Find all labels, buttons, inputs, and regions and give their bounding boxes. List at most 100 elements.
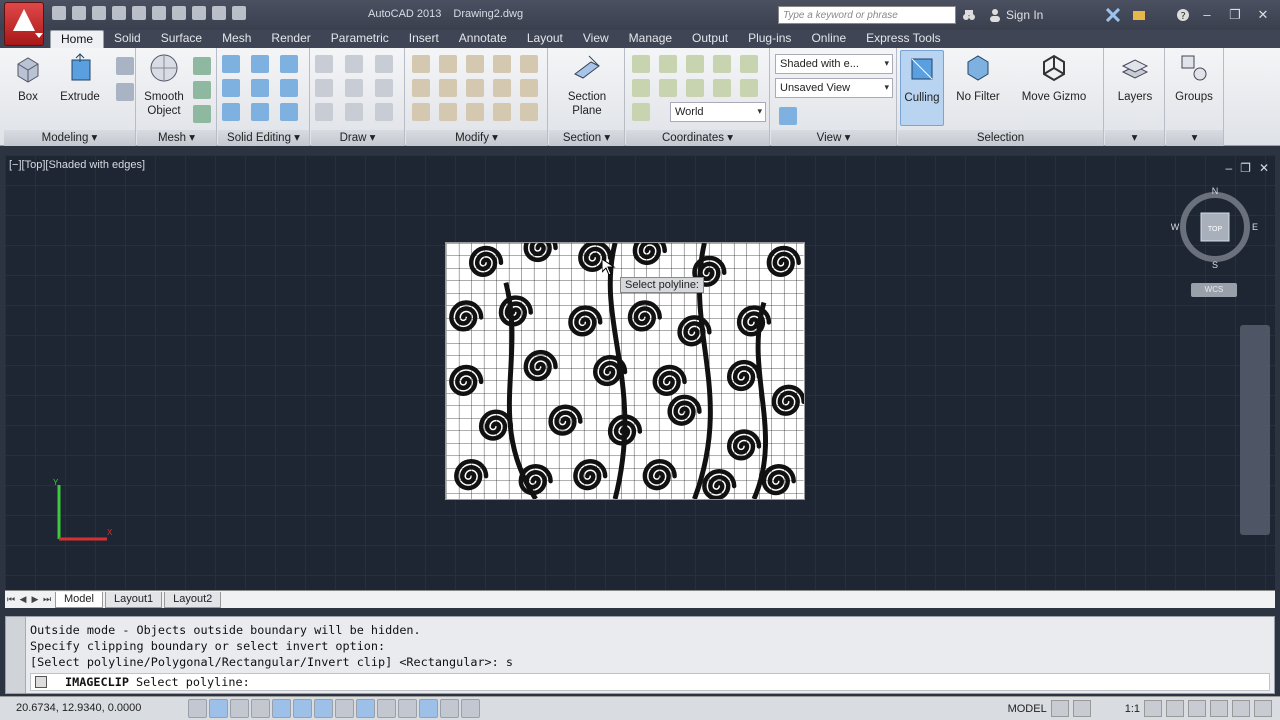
polygon-icon[interactable] [315, 103, 333, 121]
hardware-acceleration-icon[interactable] [1232, 700, 1250, 717]
spline-icon[interactable] [315, 79, 333, 97]
tab-render[interactable]: Render [261, 30, 320, 48]
rectangle-icon[interactable] [345, 103, 363, 121]
viewport-close-button[interactable]: ✕ [1259, 161, 1269, 175]
object-snap-toggle[interactable] [293, 699, 312, 718]
ucs-previous-icon[interactable] [632, 103, 650, 121]
redo-icon[interactable] [212, 6, 226, 20]
drawing-viewport[interactable]: [−][Top][Shaded with edges] – ❐ ✕ Select… [5, 155, 1275, 590]
smooth-object-button[interactable]: Smooth Object [141, 52, 187, 118]
extract-edges-icon[interactable] [280, 55, 298, 73]
ucs-world-icon[interactable] [659, 55, 677, 73]
polysolid-icon[interactable] [116, 57, 134, 75]
culling-button[interactable]: Culling [900, 50, 944, 126]
section-panel-title[interactable]: Section ▾ [549, 130, 624, 146]
sign-in-link[interactable]: Sign In [1006, 8, 1043, 22]
model-space-toggle[interactable]: MODEL [1008, 703, 1047, 715]
next-layout-icon[interactable]: ▶ [29, 594, 41, 605]
modeling-panel-title[interactable]: Modeling ▾ [4, 130, 135, 146]
undo-icon[interactable] [192, 6, 206, 20]
search-input[interactable] [778, 6, 956, 24]
polyline-icon[interactable] [345, 55, 363, 73]
tab-home[interactable]: Home [50, 30, 105, 48]
snap-mode-toggle[interactable] [209, 699, 228, 718]
viewcube-north[interactable]: N [1212, 186, 1219, 196]
upload-icon[interactable] [152, 6, 166, 20]
draw-panel-title[interactable]: Draw ▾ [311, 130, 404, 146]
viewcube-top-face[interactable]: TOP [1208, 226, 1223, 233]
dynamic-input-toggle[interactable] [377, 699, 396, 718]
binoculars-icon[interactable] [962, 8, 976, 22]
arc-icon[interactable] [375, 55, 393, 73]
3d-align-icon[interactable] [493, 103, 511, 121]
ucs-x-icon[interactable] [686, 55, 704, 73]
ucs-y-icon[interactable] [713, 55, 731, 73]
application-menu-button[interactable] [4, 2, 44, 46]
command-customize-icon[interactable] [35, 676, 47, 688]
tab-layout[interactable]: Layout [517, 30, 573, 48]
offset-icon[interactable] [520, 79, 538, 97]
subtract-icon[interactable] [251, 55, 269, 73]
explode-icon[interactable] [520, 55, 538, 73]
layout-tab-layout2[interactable]: Layout2 [164, 591, 222, 608]
move-gizmo-button[interactable]: Move Gizmo [1016, 52, 1092, 104]
ucs-icon[interactable] [632, 55, 650, 73]
visual-style-dropdown[interactable]: Shaded with e... [775, 54, 893, 74]
solid-editing-panel-title[interactable]: Solid Editing ▾ [218, 130, 309, 146]
named-view-dropdown[interactable]: Unsaved View [775, 78, 893, 98]
dynamic-ucs-toggle[interactable] [356, 699, 375, 718]
quick-properties-toggle[interactable] [440, 699, 459, 718]
ucs-face-icon[interactable] [740, 79, 758, 97]
clean-screen-icon[interactable] [1254, 700, 1272, 717]
intersect-icon[interactable] [222, 79, 240, 97]
lock-ui-icon[interactable] [1188, 700, 1206, 717]
layout-tab-model[interactable]: Model [55, 591, 103, 608]
view-panel-title[interactable]: View ▾ [771, 130, 896, 146]
mesh-panel-title[interactable]: Mesh ▾ [137, 130, 216, 146]
viewport-controls-label[interactable]: [−][Top][Shaded with edges] [9, 159, 145, 171]
stretch-icon[interactable] [493, 79, 511, 97]
groups-panel-expand[interactable]: ▾ [1166, 130, 1223, 146]
tab-express-tools[interactable]: Express Tools [856, 30, 950, 48]
user-icon[interactable] [988, 8, 1002, 22]
save-as-icon[interactable] [112, 6, 126, 20]
mesh-icon-3[interactable] [193, 105, 211, 123]
ucs-3point-icon[interactable] [659, 79, 677, 97]
groups-button[interactable]: Groups [1172, 52, 1216, 104]
ucs-z-icon[interactable] [740, 55, 758, 73]
prev-layout-icon[interactable]: ◀ [17, 594, 29, 605]
viewport-minimize-button[interactable]: – [1225, 161, 1232, 175]
workspace-dropdown-icon[interactable] [232, 6, 246, 20]
tab-surface[interactable]: Surface [151, 30, 212, 48]
trim-icon[interactable] [412, 55, 430, 73]
viewcube-west[interactable]: W [1171, 222, 1180, 232]
tab-mesh[interactable]: Mesh [212, 30, 261, 48]
array-icon[interactable] [520, 103, 538, 121]
mesh-icon-2[interactable] [193, 81, 211, 99]
3d-polyline-icon[interactable] [345, 79, 363, 97]
line-icon[interactable] [315, 55, 333, 73]
box-button[interactable]: Box [10, 52, 46, 104]
move-icon[interactable] [466, 55, 484, 73]
open-icon[interactable] [72, 6, 86, 20]
viewport-restore-button[interactable]: ❐ [1240, 161, 1251, 175]
tab-manage[interactable]: Manage [619, 30, 682, 48]
fillet-edge-icon[interactable] [251, 79, 269, 97]
transparency-toggle[interactable] [419, 699, 438, 718]
presspull-icon[interactable] [116, 83, 134, 101]
ellipse-icon[interactable] [375, 103, 393, 121]
subscription-icon[interactable] [1132, 8, 1146, 22]
restore-button[interactable]: ❐ [1222, 6, 1248, 24]
union-icon[interactable] [222, 55, 240, 73]
layers-button[interactable]: Layers [1113, 52, 1157, 104]
lineweight-toggle[interactable] [398, 699, 417, 718]
tab-output[interactable]: Output [682, 30, 738, 48]
annotation-scale[interactable]: 1:1 [1125, 703, 1140, 715]
first-layout-icon[interactable]: ⏮ [5, 594, 17, 605]
tab-insert[interactable]: Insert [399, 30, 449, 48]
navigation-bar[interactable] [1240, 325, 1270, 535]
last-layout-icon[interactable]: ⏭ [41, 594, 53, 605]
viewport-config-icon[interactable] [779, 107, 797, 125]
erase-icon[interactable] [412, 103, 430, 121]
extrude-faces-icon[interactable] [280, 79, 298, 97]
